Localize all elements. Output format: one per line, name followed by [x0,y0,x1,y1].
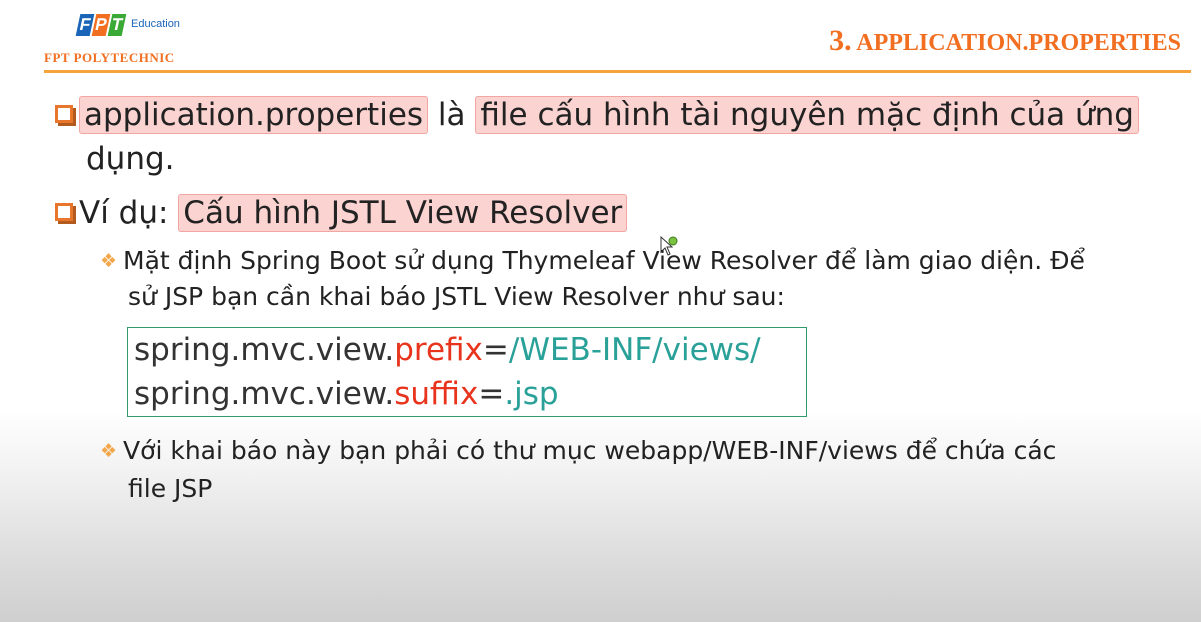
code-key-prefix: spring.mvc.view. [134,332,395,368]
sub-bullet-1: ❖ Mặt định Spring Boot sử dụng Thymeleaf … [100,246,1085,275]
sub-bullet-1-line1: Mặt định Spring Boot sử dụng Thymeleaf V… [123,246,1085,275]
bullet-1-text: là [428,97,476,133]
bullet-2-text: Ví dụ: [79,195,179,231]
checkbox-bullet-icon [55,105,73,123]
fpt-logo-letters: F P T [75,14,127,36]
bullet-2: Ví dụ: Cấu hình JSTL View Resolver [55,194,628,232]
code-line-suffix: spring.mvc.view.suffix=.jsp [134,376,559,412]
code-equals: = [482,332,509,368]
header-divider [44,70,1191,73]
bullet-1-continuation: dụng. [86,141,175,177]
code-block: spring.mvc.view.prefix=/WEB-INF/views/ s… [127,327,807,417]
code-keyword: prefix [394,332,483,368]
code-value: /WEB-INF/views/ [508,332,761,368]
fpt-polytechnic-logo: F P T Education FPT POLYTECHNIC [44,12,244,68]
highlight-example: Cấu hình JSTL View Resolver [178,194,628,232]
sub-bullet-1-line2: sử JSP bạn cần khai báo JSTL View Resolv… [128,282,785,311]
code-keyword: suffix [394,376,479,412]
diamond-bullet-icon: ❖ [100,250,118,272]
highlight-application-properties: application.properties [79,96,429,134]
code-equals: = [478,376,505,412]
sub-bullet-2-line2: file JSP [128,474,213,503]
logo-letter-t: T [107,14,127,36]
code-line-prefix: spring.mvc.view.prefix=/WEB-INF/views/ [134,332,761,368]
org-name: FPT POLYTECHNIC [44,50,175,65]
highlight-definition: file cấu hình tài nguyên mặc định của ứn… [475,96,1139,134]
code-key-prefix: spring.mvc.view. [134,376,395,412]
slide-title-number: 3. [829,24,852,57]
sub-bullet-2-line1: Với khai báo này bạn phải có thư mục web… [123,436,1057,465]
sub-bullet-2: ❖ Với khai báo này bạn phải có thư mục we… [100,436,1056,465]
slide-title: 3. APPLICATION.PROPERTIES [829,24,1181,58]
checkbox-bullet-icon [55,203,73,221]
logo-education-label: Education [131,18,180,30]
diamond-bullet-icon: ❖ [100,440,118,462]
code-value: .jsp [504,376,559,412]
bullet-1: application.properties là file cấu hình … [55,96,1139,134]
slide-title-text: APPLICATION.PROPERTIES [856,30,1181,56]
